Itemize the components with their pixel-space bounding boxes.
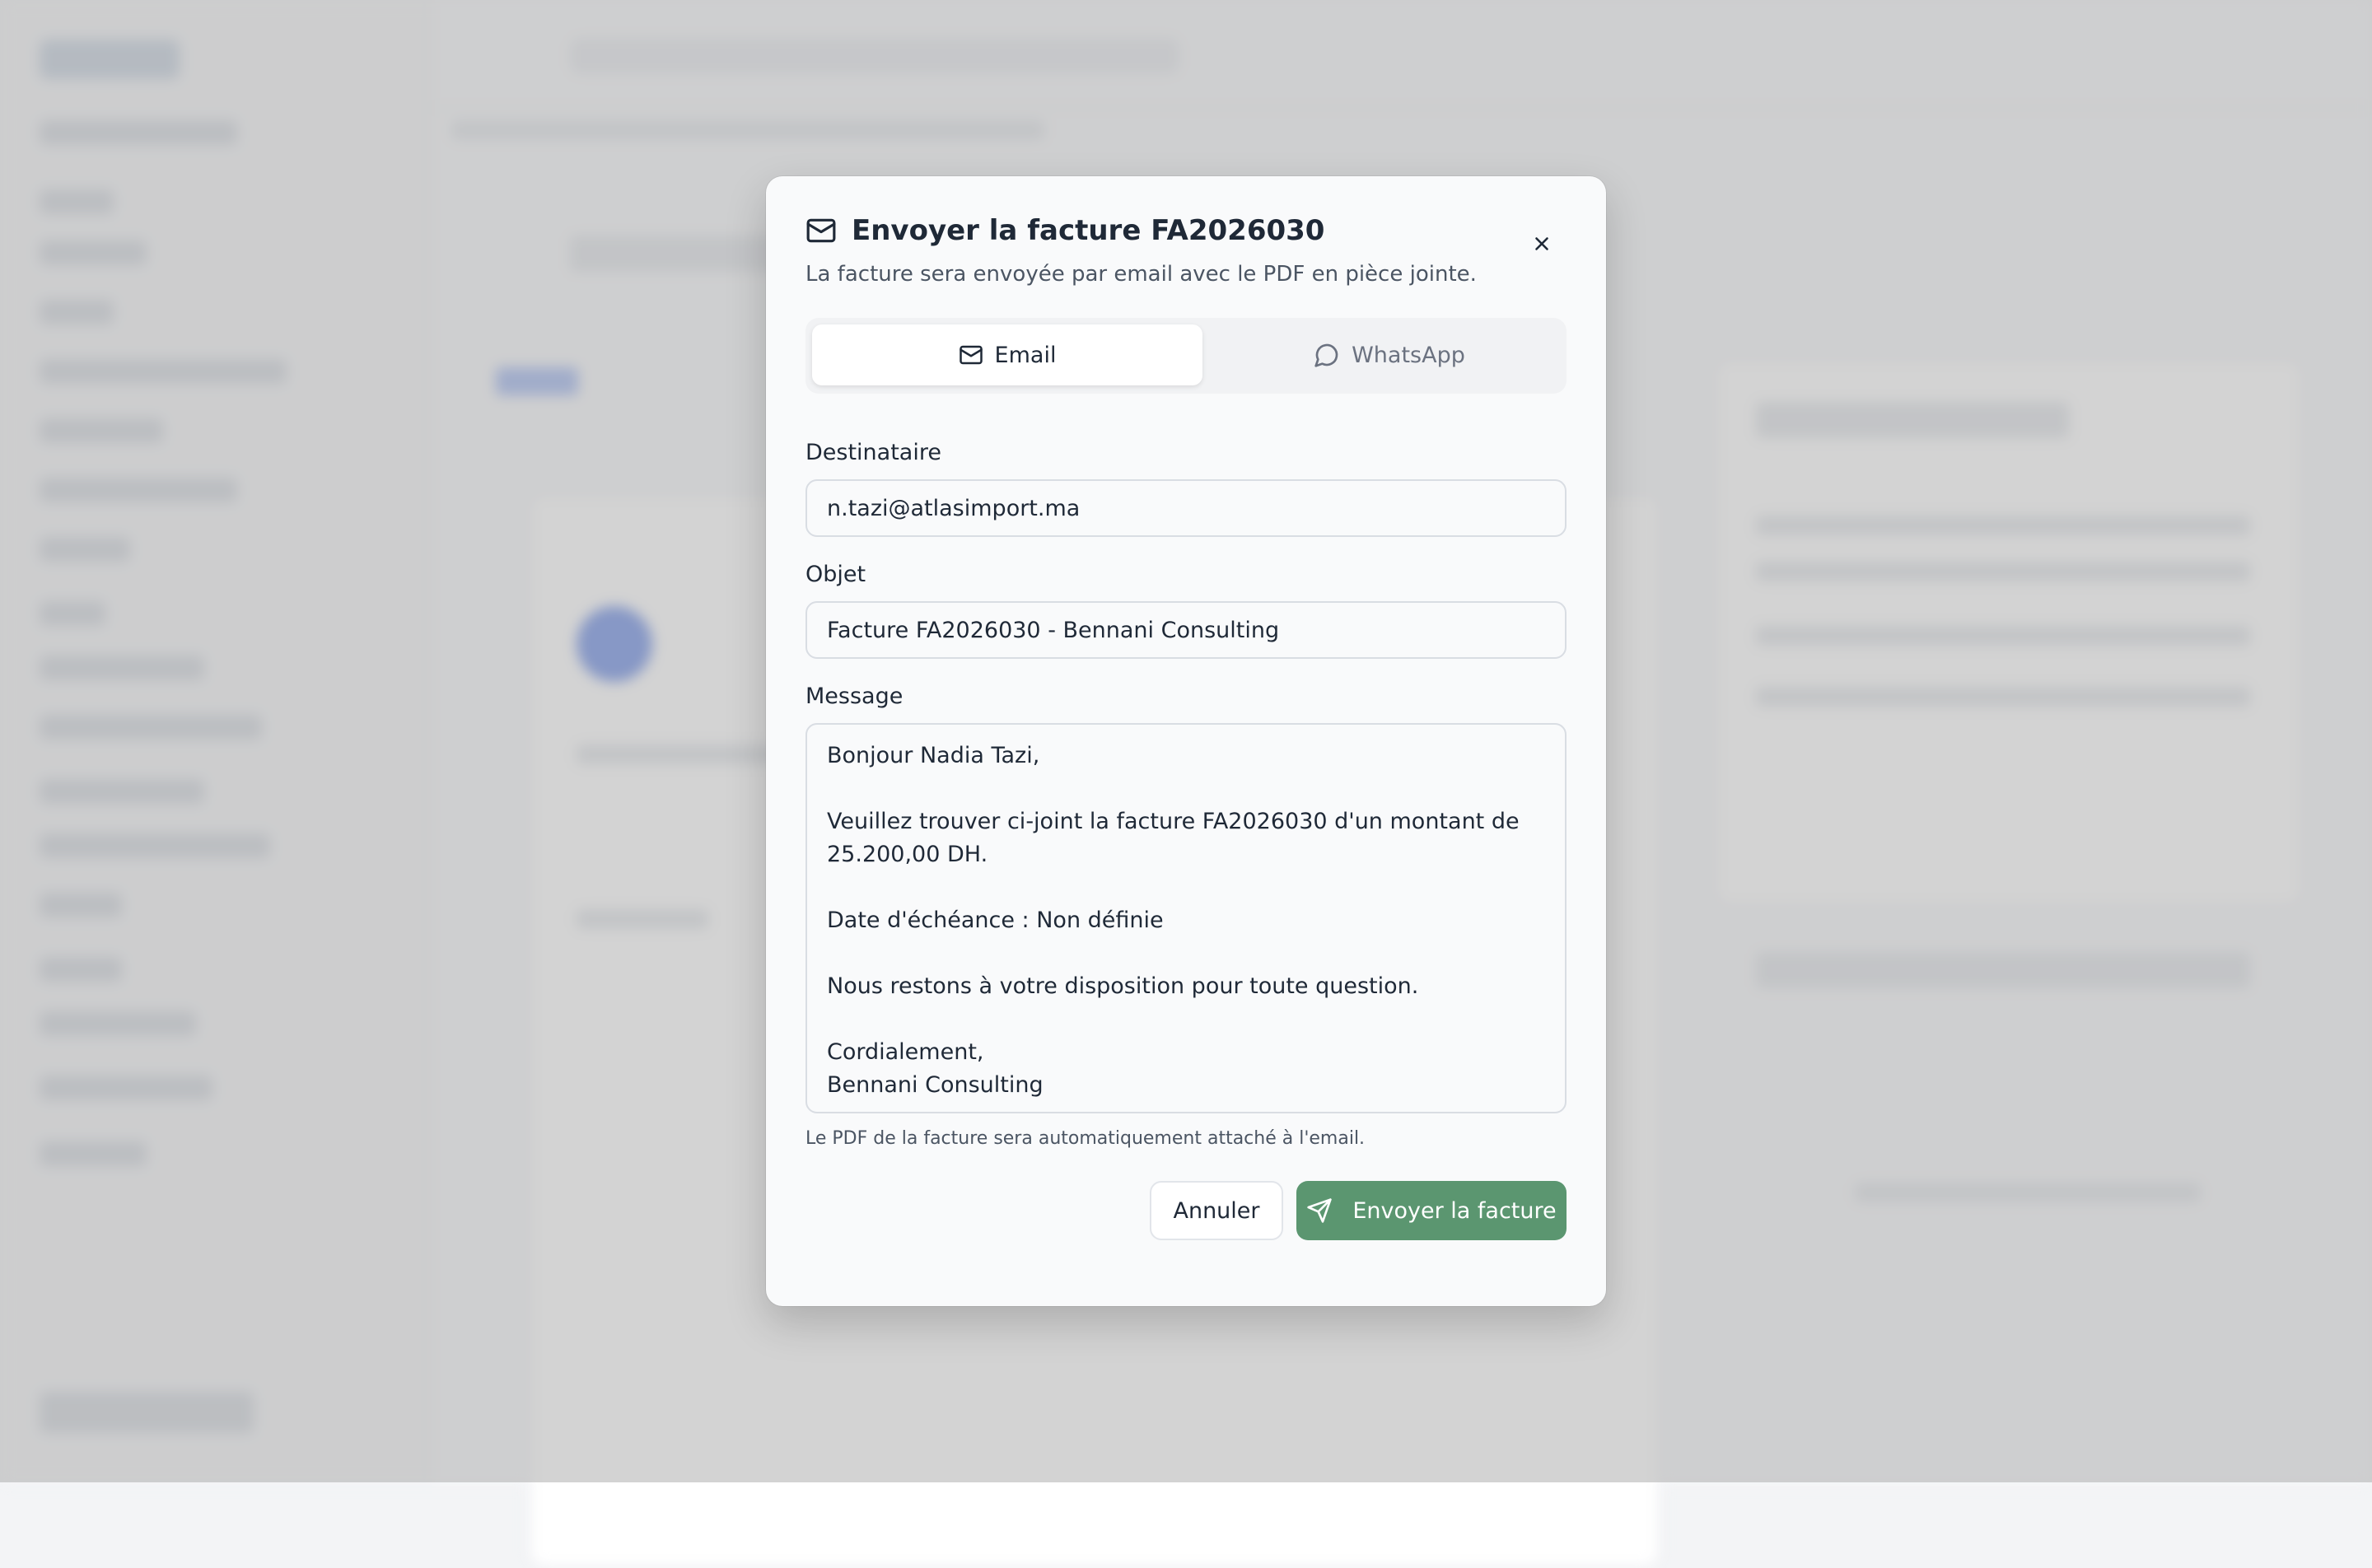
message-line: Bennani Consulting [827, 1072, 1044, 1098]
close-button[interactable] [1527, 229, 1557, 259]
attachment-hint: Le PDF de la facture sera automatiquemen… [805, 1128, 1366, 1149]
tab-label: WhatsApp [1352, 342, 1465, 368]
dialog-header: Envoyer la facture FA2026030 [805, 214, 1324, 247]
message-line [827, 1003, 1545, 1036]
message-line: Bonjour Nadia Tazi, [827, 743, 1040, 768]
tab-label: Email [994, 342, 1057, 368]
message-line: Veuillez trouver ci-joint la facture FA2… [827, 809, 1520, 834]
subject-input[interactable] [805, 601, 1567, 659]
send-invoice-dialog: Envoyer la facture FA2026030 La facture … [766, 176, 1606, 1306]
dialog-subtitle: La facture sera envoyée par email avec l… [805, 262, 1477, 287]
subject-label: Objet [805, 562, 866, 587]
message-line: Cordialement, [827, 1039, 984, 1065]
channel-tabs: Email WhatsApp [805, 318, 1567, 394]
send-button-label: Envoyer la facture [1352, 1197, 1557, 1224]
recipient-label: Destinataire [805, 440, 941, 465]
message-line [827, 772, 1545, 805]
message-line: Nous restons à votre disposition pour to… [827, 973, 1419, 999]
message-label: Message [805, 684, 904, 709]
chat-bubble-icon [1314, 342, 1340, 368]
message-line [827, 937, 1545, 970]
message-line [827, 871, 1545, 904]
cancel-button[interactable]: Annuler [1150, 1181, 1283, 1240]
message-line: Date d'échéance : Non définie [827, 908, 1164, 933]
tab-whatsapp[interactable]: WhatsApp [1194, 324, 1585, 385]
recipient-input[interactable] [805, 479, 1567, 537]
message-textarea[interactable]: Bonjour Nadia Tazi, Veuillez trouver ci-… [805, 723, 1567, 1113]
mail-icon [959, 343, 983, 367]
message-line: 25.200,00 DH. [827, 842, 988, 867]
send-invoice-button[interactable]: Envoyer la facture [1296, 1181, 1567, 1240]
send-icon [1306, 1197, 1333, 1224]
mail-icon [805, 215, 837, 246]
dialog-title: Envoyer la facture FA2026030 [852, 214, 1325, 247]
close-icon [1531, 233, 1553, 254]
tab-email[interactable]: Email [812, 324, 1202, 385]
